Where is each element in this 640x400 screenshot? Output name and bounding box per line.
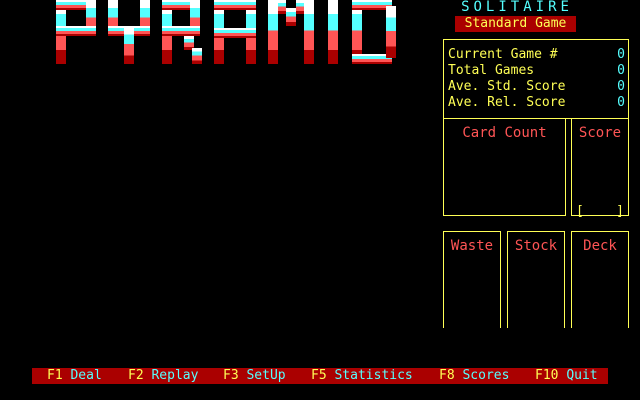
score-title: Score xyxy=(578,125,622,141)
stat-value: 0 xyxy=(617,63,625,78)
stat-row-ave-rel-score: Ave. Rel. Score 0 xyxy=(448,95,625,111)
stat-value: 0 xyxy=(617,47,625,62)
fkey-label: Statistics xyxy=(334,368,413,383)
statistics-button[interactable]: F5 Statistics xyxy=(311,368,413,384)
stock-pile[interactable]: Stock xyxy=(507,231,565,328)
fkey-label: Deal xyxy=(70,368,102,383)
deck-pile[interactable]: Deck xyxy=(571,231,629,328)
deal-button[interactable]: F1 Deal xyxy=(47,368,102,384)
replay-button[interactable]: F2 Replay xyxy=(128,368,198,384)
score-bracket-right: ] xyxy=(616,204,624,219)
score-panel: Score [ ] xyxy=(571,118,629,219)
card-count-panel: Card Count xyxy=(443,118,566,216)
stat-value: 0 xyxy=(617,95,625,110)
fkey-code: F5 xyxy=(311,368,327,383)
fkey-label: Replay xyxy=(151,368,199,383)
stat-row-ave-std-score: Ave. Std. Score 0 xyxy=(448,79,625,95)
fkey-label: Quit xyxy=(566,368,598,383)
fkey-code: F10 xyxy=(535,368,559,383)
fkey-code: F1 xyxy=(47,368,63,383)
stat-row-total-games: Total Games 0 xyxy=(448,63,625,79)
waste-pile[interactable]: Waste xyxy=(443,231,501,328)
score-bracket-left: [ xyxy=(576,204,584,219)
quit-button[interactable]: F10 Quit xyxy=(535,368,598,384)
fkey-code: F8 xyxy=(439,368,455,383)
card-count-title: Card Count xyxy=(462,125,547,141)
stat-value: 0 xyxy=(617,79,625,94)
scores-button[interactable]: F8 Scores xyxy=(439,368,509,384)
stat-label: Current Game # xyxy=(448,47,558,62)
fkey-label: Scores xyxy=(462,368,510,383)
game-mode-label: Standard Game xyxy=(455,16,576,32)
stock-title: Stock xyxy=(514,238,558,254)
stat-row-current-game: Current Game # 0 xyxy=(448,47,625,63)
function-key-bar: F1 Deal F2 Replay F3 SetUp F5 Statistics… xyxy=(32,368,608,384)
stat-label: Ave. Rel. Score xyxy=(448,95,566,110)
deck-title: Deck xyxy=(583,238,617,254)
fkey-code: F2 xyxy=(128,368,144,383)
statistics-panel: Current Game # 0 Total Games 0 Ave. Std.… xyxy=(443,39,629,119)
setup-button[interactable]: F3 SetUp xyxy=(223,368,286,384)
fkey-code: F3 xyxy=(223,368,239,383)
pyramid-logo-art xyxy=(56,0,396,64)
subtitle: SOLITAIRE xyxy=(461,0,573,15)
fkey-label: SetUp xyxy=(246,368,286,383)
waste-title: Waste xyxy=(450,238,494,254)
stat-label: Ave. Std. Score xyxy=(448,79,566,94)
game-logo xyxy=(56,0,406,64)
stat-label: Total Games xyxy=(448,63,535,78)
